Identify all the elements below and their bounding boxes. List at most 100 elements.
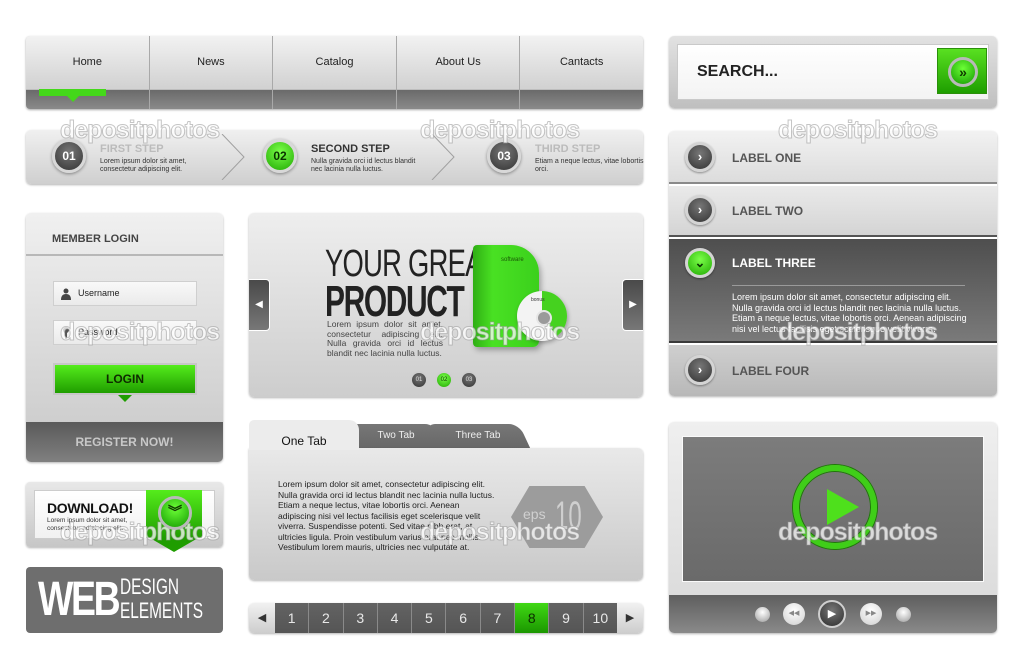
- tab-panel: Three Tab Two Tab Lorem ipsum dolor sit …: [249, 420, 643, 580]
- video-player: ◀◀ ▶ ▶▶: [669, 422, 997, 633]
- video-screen[interactable]: [682, 436, 984, 582]
- page-button[interactable]: 10: [583, 603, 617, 633]
- slide-description: Lorem ipsum dolor sit amet, consectetur …: [327, 319, 443, 358]
- accordion-item-four[interactable]: › LABEL FOUR: [669, 345, 997, 396]
- pagination: ◀ 1 2 3 4 5 6 7 8 9 10 ▶: [249, 603, 643, 633]
- page-button[interactable]: 9: [549, 603, 584, 633]
- main-navigation: Home News Catalog About Us Cantacts: [26, 36, 643, 109]
- user-icon: [61, 288, 71, 300]
- tab-label: Two Tab: [378, 430, 416, 441]
- step-description: Lorem ipsum dolor sit amet, consectetur …: [100, 158, 187, 173]
- accordion-item-one[interactable]: › LABEL ONE: [669, 131, 997, 184]
- eps-label: eps: [523, 506, 546, 522]
- divider: [732, 285, 965, 286]
- slider-dots: 01 02 03: [410, 371, 478, 389]
- step-description: Nulla gravida orci id lectus blandit nec…: [311, 158, 416, 173]
- step-title: THIRD STEP: [535, 143, 601, 155]
- accordion-label: LABEL TWO: [732, 204, 804, 218]
- page-button[interactable]: 1: [275, 603, 310, 633]
- slider-dot[interactable]: 03: [460, 371, 478, 389]
- accordion: › LABEL ONE › LABEL TWO ⌄ LABEL THREE Lo…: [669, 131, 997, 396]
- page-button[interactable]: 4: [377, 603, 413, 633]
- nav-tab-bar: [149, 89, 273, 109]
- search-box: SEARCH... »: [669, 36, 997, 108]
- tab-label: Three Tab: [455, 430, 500, 441]
- member-login-panel: MEMBER LOGIN Username Password LOGIN REG…: [26, 213, 223, 462]
- page-button[interactable]: 5: [412, 603, 447, 633]
- double-chevron-down-icon: ︾: [158, 496, 192, 530]
- nav-tab-home[interactable]: Home: [26, 36, 150, 109]
- nav-tab-label: News: [197, 56, 225, 68]
- volume-down-button[interactable]: [755, 607, 770, 622]
- register-button[interactable]: REGISTER NOW!: [26, 422, 223, 462]
- download-title: DOWNLOAD!: [47, 500, 133, 516]
- web-design-elements-banner: WEB DESIGN ELEMENTS: [26, 567, 223, 633]
- chevron-right-icon: ›: [685, 142, 715, 172]
- accordion-item-two[interactable]: › LABEL TWO: [669, 186, 997, 237]
- slider-next-button[interactable]: ▶: [622, 279, 643, 331]
- step-number-badge: 01: [52, 139, 86, 173]
- login-title: MEMBER LOGIN: [52, 233, 139, 245]
- page-button[interactable]: 3: [343, 603, 378, 633]
- search-button[interactable]: »: [937, 48, 987, 94]
- rewind-button[interactable]: ◀◀: [783, 603, 805, 625]
- slider-prev-button[interactable]: ◀: [249, 279, 270, 331]
- nav-tab-label: Home: [72, 56, 102, 68]
- banner-web: WEB: [38, 573, 121, 626]
- login-button[interactable]: LOGIN: [53, 363, 197, 402]
- big-play-icon[interactable]: [793, 465, 877, 549]
- password-field[interactable]: Password: [53, 320, 197, 345]
- accordion-label: LABEL THREE: [732, 256, 816, 270]
- page-button-current[interactable]: 8: [515, 603, 550, 633]
- slide-headline-bold: PRODUCT: [325, 277, 465, 326]
- page-button[interactable]: 2: [309, 603, 344, 633]
- accordion-body: Lorem ipsum dolor sit amet, consectetur …: [732, 292, 967, 334]
- download-button[interactable]: DOWNLOAD! Lorem ipsum dolor sit amet, co…: [26, 482, 223, 552]
- slider-dot-active[interactable]: 02: [435, 371, 453, 389]
- username-field[interactable]: Username: [53, 281, 197, 306]
- player-controls: ◀◀ ▶ ▶▶: [669, 595, 997, 633]
- search-input[interactable]: SEARCH... »: [677, 44, 989, 100]
- prev-page-button[interactable]: ◀: [249, 603, 275, 633]
- nav-tab-label: Cantacts: [559, 56, 604, 68]
- key-icon: [63, 327, 69, 339]
- fast-forward-button[interactable]: ▶▶: [860, 603, 882, 625]
- chevron-separator-icon: [221, 134, 245, 180]
- tab-one[interactable]: One Tab: [249, 420, 359, 450]
- nav-tab-contacts[interactable]: Cantacts: [520, 36, 643, 109]
- nav-tab-news[interactable]: News: [149, 36, 274, 109]
- nav-tab-catalog[interactable]: Catalog: [273, 36, 397, 109]
- steps-progress: 01 FIRST STEP Lorem ipsum dolor sit amet…: [26, 130, 644, 184]
- username-placeholder: Username: [78, 288, 120, 298]
- chevron-down-icon: ⌄: [685, 248, 715, 278]
- product-slider: ◀ ▶ YOUR GREAT PRODUCT Lorem ipsum dolor…: [249, 213, 643, 397]
- search-placeholder: SEARCH...: [697, 63, 778, 80]
- banner-line-1: DESIGN: [120, 574, 180, 599]
- accordion-label: LABEL ONE: [732, 151, 802, 165]
- nav-tab-about[interactable]: About Us: [396, 36, 521, 109]
- banner-line-2: ELEMENTS: [120, 598, 204, 623]
- accordion-item-three[interactable]: ⌄ LABEL THREE Lorem ipsum dolor sit amet…: [669, 239, 997, 343]
- step-number-badge: 02: [263, 139, 297, 173]
- tab-two[interactable]: Two Tab: [346, 424, 448, 450]
- download-ribbon: ︾: [146, 490, 202, 552]
- box-brand: software: [501, 257, 524, 263]
- nav-tab-label: Catalog: [315, 56, 354, 68]
- eps-number: 10: [555, 494, 582, 538]
- page-button[interactable]: 7: [480, 603, 516, 633]
- tab-content-text: Lorem ipsum dolor sit amet, consectetur …: [278, 479, 495, 552]
- nav-tab-bar: [520, 89, 643, 109]
- chevron-separator-icon: [431, 134, 455, 180]
- double-chevron-right-icon: »: [948, 57, 978, 87]
- play-button[interactable]: ▶: [818, 600, 846, 628]
- password-placeholder: Password: [78, 327, 118, 337]
- next-page-button[interactable]: ▶: [617, 603, 643, 633]
- volume-up-button[interactable]: [896, 607, 911, 622]
- tab-content: Lorem ipsum dolor sit amet, consectetur …: [249, 448, 643, 580]
- nav-tab-label: About Us: [435, 56, 481, 68]
- chevron-right-icon: ›: [685, 195, 715, 225]
- chevron-right-icon: ›: [685, 355, 715, 385]
- slider-dot[interactable]: 01: [410, 371, 428, 389]
- login-header: MEMBER LOGIN: [26, 213, 223, 256]
- page-button[interactable]: 6: [446, 603, 481, 633]
